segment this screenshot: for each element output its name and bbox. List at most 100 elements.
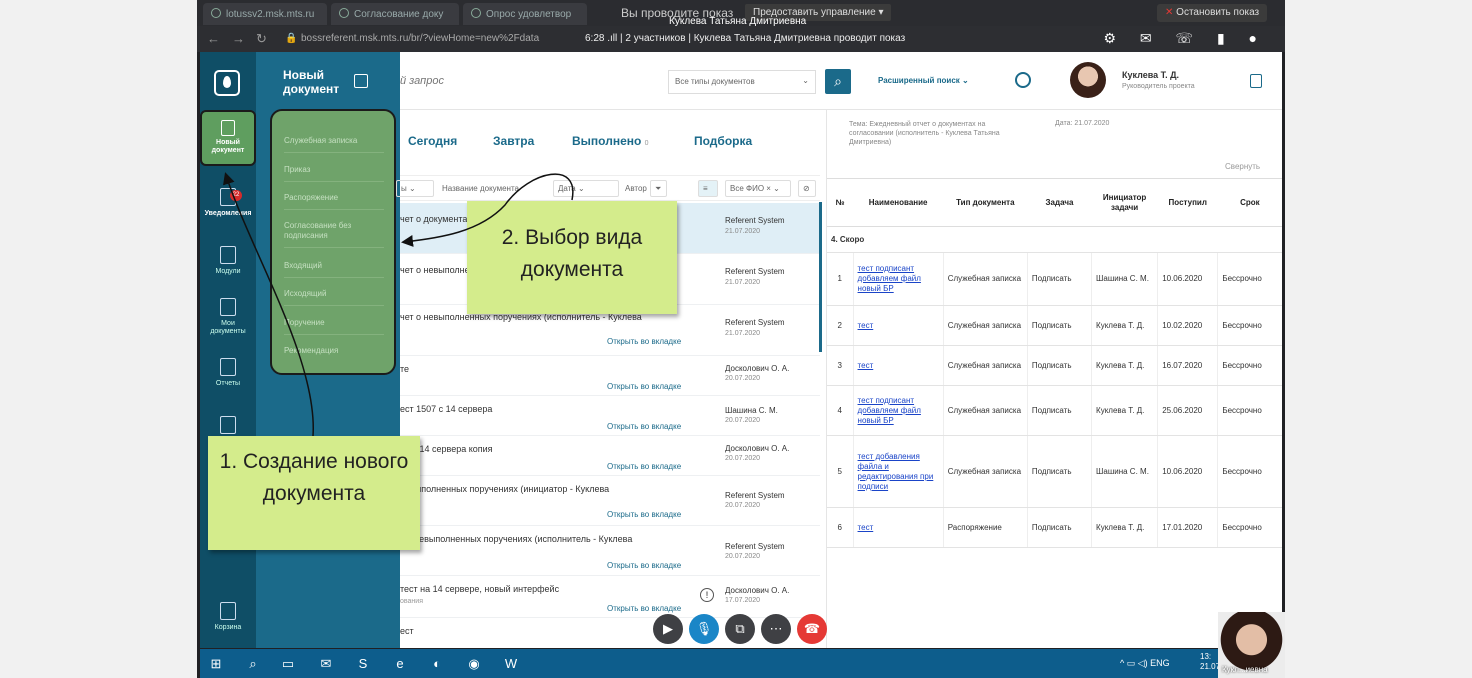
add-document-icon[interactable]: [354, 74, 368, 88]
fio-filter[interactable]: Все ФИО × ⌄: [725, 180, 791, 197]
notifications-button[interactable]: Уведомления: [200, 180, 256, 236]
doc-type-assignment[interactable]: Поручение: [284, 318, 384, 335]
doc-type-select[interactable]: Все типы документов ⌄: [668, 70, 816, 94]
shared-screen: lotussv2.msk.mts.ru Согласование доку Оп…: [197, 0, 1285, 678]
collapse-link[interactable]: Свернуть: [1225, 162, 1260, 171]
more-icon[interactable]: ⋯: [761, 614, 791, 644]
doc-type-recommendation[interactable]: Рекомендация: [284, 346, 384, 362]
reports-icon: [220, 358, 236, 376]
my-documents-button[interactable]: Мои документы: [200, 290, 256, 346]
stop-sharing-button[interactable]: ✕ Остановить показ: [1157, 4, 1268, 22]
microphone-icon[interactable]: 🎙: [689, 614, 719, 644]
task-view-icon[interactable]: ▭: [280, 656, 296, 672]
table-row[interactable]: тест на 14 сервере, новый интерфейс овани…: [400, 576, 820, 618]
type-filter[interactable]: ы ⌄: [396, 180, 434, 197]
logout-icon[interactable]: [1250, 74, 1262, 88]
doc-type-incoming[interactable]: Входящий: [284, 261, 384, 278]
modules-button[interactable]: Модули: [200, 238, 256, 294]
filter-toggle-icon[interactable]: ≡: [698, 180, 718, 197]
callout-step-2: 2. Выбор вида документа: [467, 201, 677, 314]
forward-icon[interactable]: →: [232, 31, 245, 46]
globe-icon: [339, 8, 349, 18]
search-button[interactable]: ⌕: [825, 69, 851, 94]
doc-subject: Тема: Ежедневный отчет о документах на с…: [849, 121, 1000, 146]
tab-selection[interactable]: Подборка: [694, 134, 752, 148]
open-in-tab-link[interactable]: Открыть во вкладке: [607, 422, 681, 431]
doc-link[interactable]: тест подписант добавляем файл новый БР: [858, 396, 921, 425]
skype-icon[interactable]: S: [355, 656, 371, 672]
date-filter[interactable]: Дата ⌄: [553, 180, 619, 197]
open-in-tab-link[interactable]: Открыть во вкладке: [607, 337, 681, 346]
col-header: Инициатор задачи: [1091, 178, 1158, 227]
browser-tab[interactable]: lotussv2.msk.mts.ru: [203, 3, 327, 25]
self-name: Кукл...иевна: [1222, 665, 1268, 674]
table-row[interactable]: ест 1507 с 14 сервера Открыть во вкладке Ш…: [400, 396, 820, 436]
search-input[interactable]: [400, 70, 655, 92]
user-role: Руководитель проекта: [1122, 83, 1195, 90]
reports-button[interactable]: Отчеты: [200, 350, 256, 406]
windows-start-icon[interactable]: ⊞: [208, 656, 224, 672]
gear-icon[interactable]: [1015, 72, 1031, 88]
new-document-button[interactable]: Новый документ: [200, 110, 256, 166]
table-row: 3 тест Служебная записка Подписать Куклева Т…: [827, 345, 1282, 386]
globe-icon: [211, 8, 221, 18]
chart-icon: [471, 8, 481, 18]
new-document-panel: Новый документ Служебная записка Приказ …: [256, 52, 400, 648]
call-toolbar-icons[interactable]: ⚙ ✉ ☏ ▮ ●: [1103, 30, 1267, 47]
advanced-search-button[interactable]: Расширенный поиск ⌄: [878, 76, 969, 85]
doc-type-order[interactable]: Приказ: [284, 165, 384, 182]
table-row[interactable]: 07 с 14 сервера копия Открыть во вкладке Д…: [400, 436, 820, 476]
outlook-icon[interactable]: ✉: [318, 656, 334, 672]
camera-icon[interactable]: ▶: [653, 614, 683, 644]
share-screen-icon[interactable]: ⧉: [725, 614, 755, 644]
avatar[interactable]: [1070, 62, 1106, 98]
app-icon[interactable]: ◐: [429, 656, 445, 672]
filter-icon[interactable]: ⏷: [650, 180, 667, 197]
table-row[interactable]: те Открыть во вкладке Досколович О. А. 20.0…: [400, 356, 820, 396]
doc-type-memo[interactable]: Служебная записка: [284, 136, 384, 153]
trash-button[interactable]: Корзина: [200, 594, 256, 648]
tab-today[interactable]: Сегодня: [408, 134, 457, 148]
col-header: №: [827, 178, 854, 227]
app-window: Новый документ Уведомления 22 Модули Мои…: [200, 52, 1282, 648]
back-icon[interactable]: ←: [207, 31, 220, 46]
doc-link[interactable]: тест: [858, 523, 874, 532]
doc-type-approval[interactable]: Согласование без подписания: [284, 221, 384, 248]
screen: lotussv2.msk.mts.ru Согласование доку Оп…: [0, 0, 1472, 678]
doc-link[interactable]: тест подписант добавляем файл новый БР: [858, 264, 921, 293]
hangup-icon[interactable]: ☎: [797, 614, 827, 644]
table-row[interactable]: т о невыполненных поручениях (исполнител…: [400, 526, 820, 576]
doc-link[interactable]: тест: [858, 361, 874, 370]
chrome-icon[interactable]: ◉: [466, 656, 482, 672]
open-in-tab-link[interactable]: Открыть во вкладке: [607, 561, 681, 570]
word-icon[interactable]: W: [503, 656, 519, 672]
warning-icon: !: [700, 588, 714, 602]
new-doc-icon: [221, 120, 235, 136]
doc-type-directive[interactable]: Распоряжение: [284, 193, 384, 210]
reload-icon[interactable]: ↻: [256, 31, 267, 47]
tab-done[interactable]: Выполнено 0: [572, 134, 649, 148]
nav-rail: Новый документ Уведомления 22 Модули Мои…: [200, 52, 256, 648]
open-in-tab-link[interactable]: Открыть во вкладке: [607, 382, 681, 391]
table-row[interactable]: невыполненных поручениях (инициатор - Ку…: [400, 476, 820, 526]
ie-icon[interactable]: e: [392, 656, 408, 672]
open-in-tab-link[interactable]: Открыть во вкладке: [607, 462, 681, 471]
tab-tomorrow[interactable]: Завтра: [493, 134, 534, 148]
doc-type-outgoing[interactable]: Исходящий: [284, 289, 384, 306]
url-field[interactable]: bossreferent.msk.mts.ru/br/?viewHome=new…: [301, 33, 539, 44]
clear-filter-icon[interactable]: ⊘: [798, 180, 816, 197]
open-in-tab-link[interactable]: Открыть во вкладке: [607, 510, 681, 519]
app-logo[interactable]: [214, 70, 240, 96]
search-icon[interactable]: ⌕: [245, 656, 261, 672]
browser-tabbar: lotussv2.msk.mts.ru Согласование доку Оп…: [197, 0, 1285, 27]
author-filter[interactable]: Автор: [625, 184, 647, 193]
scrollbar[interactable]: [819, 202, 822, 352]
system-tray[interactable]: ^ ▭ ◁) ENG: [1120, 658, 1170, 669]
doc-name-filter[interactable]: Название документа: [442, 184, 519, 193]
browser-tab[interactable]: Согласование доку: [331, 3, 459, 25]
doc-link[interactable]: тест добавления файла и редактирования п…: [858, 452, 934, 491]
meeting-controls: ▶ 🎙 ⧉ ⋯ ☎: [653, 614, 833, 646]
doc-link[interactable]: тест: [858, 321, 874, 330]
browser-tab[interactable]: Опрос удовлетвор: [463, 3, 587, 25]
open-in-tab-link[interactable]: Открыть во вкладке: [607, 604, 681, 613]
